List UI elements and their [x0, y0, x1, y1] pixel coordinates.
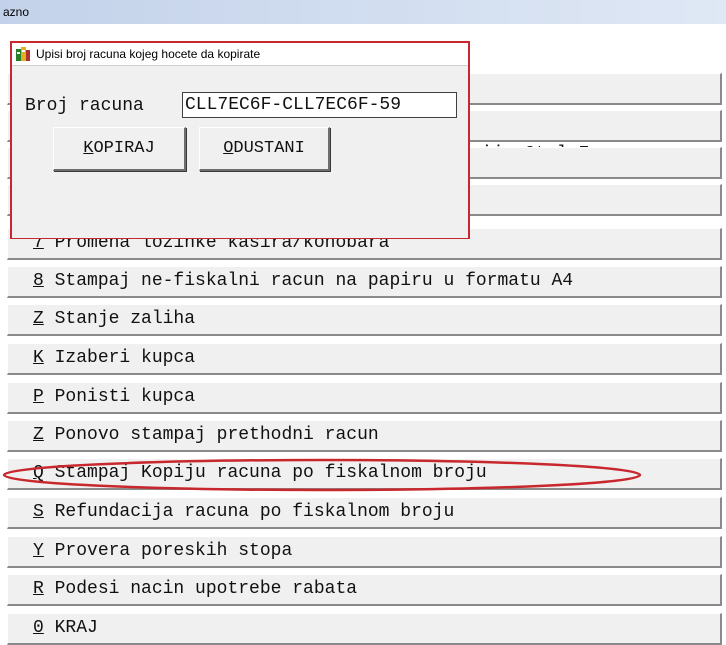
menu-item-hotkey: Q [33, 463, 44, 483]
menu-item-hotkey: Z [33, 425, 44, 445]
menu-item-izaberi-kupca[interactable]: K Izaberi kupca [7, 343, 722, 375]
receipt-number-label: Broj racuna [25, 96, 144, 116]
menu-item-hotkey: R [33, 579, 44, 599]
kopiraj-button[interactable]: KOPIRAJ [53, 127, 186, 171]
dialog-body: Broj racuna KOPIRAJ ODUSTANI [12, 66, 468, 238]
kopiraj-label: OPIRAJ [93, 139, 155, 158]
menu-item-label: Stanje zaliha [43, 309, 196, 329]
menu-item-refundacija[interactable]: S Refundacija racuna po fiskalnom broju [7, 497, 722, 529]
menu-item-hotkey: Y [33, 541, 44, 561]
menu-item-stampaj-kopiju[interactable]: Q Stampaj Kopiju racuna po fiskalnom bro… [7, 458, 722, 490]
menu-item-ponovo-stampaj[interactable]: Z Ponovo stampaj prethodni racun [7, 420, 722, 452]
menu-item-podesi-rabat[interactable]: R Podesi nacin upotrebe rabata [7, 574, 722, 606]
kopiraj-hotkey: K [83, 139, 94, 158]
receipt-number-input[interactable] [182, 92, 457, 118]
menu-item-label: Stampaj Kopiju racuna po fiskalnom broju [43, 463, 487, 483]
menu-item-ponisti-kupca[interactable]: P Ponisti kupca [7, 382, 722, 414]
window-titlebar: azno [0, 0, 726, 24]
dialog-titlebar: Upisi broj racuna kojeg hocete da kopira… [12, 43, 468, 66]
menu-item-hotkey: S [33, 502, 44, 522]
dialog-title: Upisi broj racuna kojeg hocete da kopira… [36, 47, 261, 61]
menu-item-stanje-zaliha[interactable]: Z Stanje zaliha [7, 304, 722, 336]
copy-receipt-dialog: Upisi broj racuna kojeg hocete da kopira… [10, 41, 470, 239]
menu-item-label: Izaberi kupca [43, 348, 196, 368]
menu-item-label: Stampaj ne-fiskalni racun na papiru u fo… [43, 271, 574, 291]
menu-item-hotkey: Z [33, 309, 44, 329]
menu-item-label: Ponovo stampaj prethodni racun [43, 425, 379, 445]
menu-item-stampaj-a4[interactable]: 8 Stampaj ne-fiskalni racun na papiru u … [7, 266, 722, 298]
menu-item-provera-stopa[interactable]: Y Provera poreskih stopa [7, 536, 722, 568]
odustani-button[interactable]: ODUSTANI [199, 127, 330, 171]
menu-item-hotkey: K [33, 348, 44, 368]
menu-item-hotkey: P [33, 387, 44, 407]
odustani-label: DUSTANI [233, 139, 305, 158]
menu-item-label: Refundacija racuna po fiskalnom broju [43, 502, 455, 522]
menu-item-label: KRAJ [43, 618, 98, 638]
menu-item-label: Provera poreskih stopa [43, 541, 293, 561]
menu-item-hotkey: 8 [33, 271, 44, 291]
menu-item-label: Ponisti kupca [43, 387, 196, 407]
menu-item-hotkey: 0 [33, 618, 44, 638]
menu-item-kraj[interactable]: 0 KRAJ [7, 613, 722, 645]
app-icon [16, 47, 30, 61]
menu-item-label: Podesi nacin upotrebe rabata [43, 579, 358, 599]
window-title: azno [3, 5, 30, 19]
odustani-hotkey: O [223, 139, 234, 158]
